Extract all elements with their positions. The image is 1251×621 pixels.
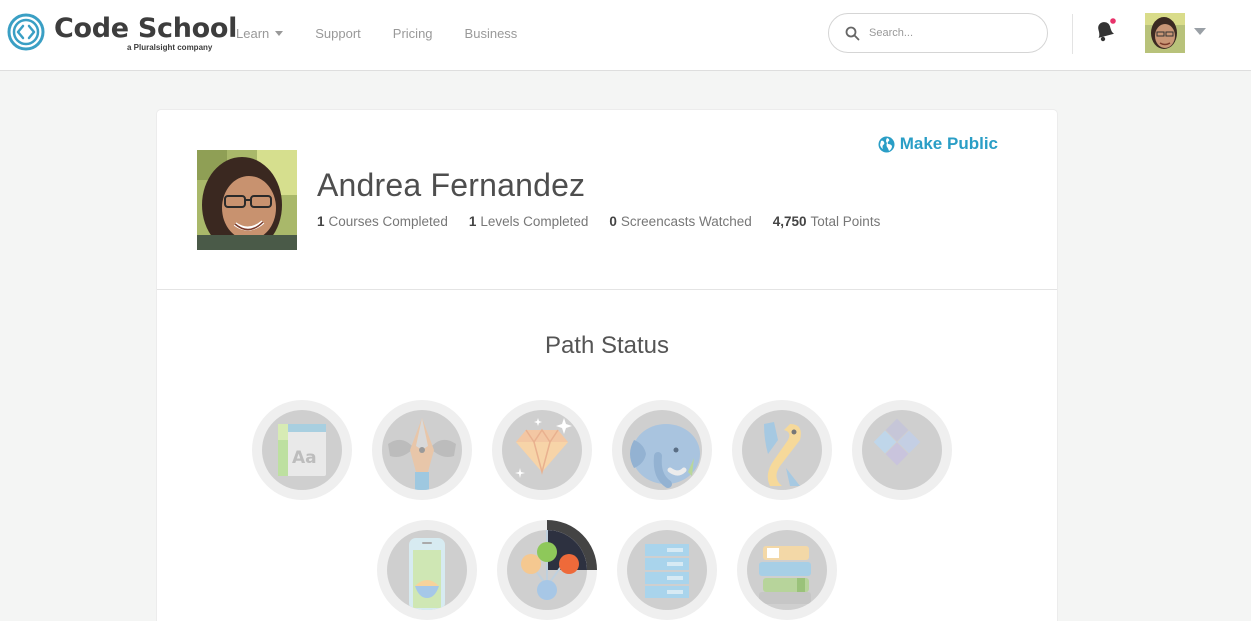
- database-server-path-icon: [627, 530, 707, 610]
- path-badge-ruby[interactable]: [492, 400, 592, 500]
- user-menu-chevron-icon[interactable]: [1194, 28, 1206, 35]
- make-public-label: Make Public: [899, 134, 998, 153]
- make-public-link[interactable]: Make Public: [878, 134, 998, 154]
- nav-business-label: Business: [464, 25, 518, 41]
- globe-icon: [878, 136, 895, 152]
- notification-bell-icon[interactable]: [1094, 18, 1116, 44]
- nav-learn[interactable]: Learn: [236, 25, 284, 41]
- profile-photo-icon: [197, 150, 297, 250]
- nav-pricing-label: Pricing: [392, 25, 433, 41]
- electives-books-path-icon: [747, 530, 827, 610]
- design-pen-path-icon: [382, 410, 462, 490]
- card-divider: [157, 289, 1057, 290]
- profile-avatar: [197, 150, 297, 250]
- nav-business[interactable]: Business: [465, 25, 518, 41]
- ruby-gem-path-icon: [502, 410, 582, 490]
- javascript-diamond-path-icon: [862, 410, 942, 490]
- stat-points: 4,750 Total Points: [773, 214, 881, 229]
- user-name: Andrea Fernandez: [317, 167, 586, 203]
- nav-learn-label: Learn: [236, 25, 270, 41]
- profile-card: Make Public Andrea Fernandez 1 Courses Co…: [157, 110, 1057, 621]
- html-css-path-icon: Aa: [262, 410, 342, 490]
- path-badge-python[interactable]: [732, 400, 832, 500]
- path-badge-php[interactable]: [612, 400, 712, 500]
- path-status-title: Path Status: [544, 332, 670, 359]
- main-nav: Learn Support Pricing Business: [236, 25, 549, 41]
- stat-value: 4,750: [772, 214, 807, 229]
- stat-levels: 1 Levels Completed: [469, 214, 589, 229]
- git-branch-path-icon: [507, 530, 587, 610]
- path-badge-design[interactable]: [372, 400, 472, 500]
- php-elephant-path-icon: [622, 410, 702, 490]
- path-badge-database[interactable]: [617, 520, 717, 620]
- path-badge-electives[interactable]: [737, 520, 837, 620]
- chevron-down-icon: [275, 30, 284, 36]
- ios-phone-path-icon: [387, 530, 467, 610]
- stat-label: Levels Completed: [480, 214, 589, 229]
- path-badge-html-css[interactable]: Aa: [252, 400, 352, 500]
- code-brackets-logo-icon: [7, 13, 45, 51]
- stat-value: 1: [317, 214, 325, 229]
- path-badge-javascript[interactable]: [852, 400, 952, 500]
- logo-tagline: a Pluralsight company: [127, 43, 213, 52]
- stat-label: Screencasts Watched: [620, 214, 752, 229]
- path-badge-ios[interactable]: [377, 520, 477, 620]
- stat-label: Total Points: [810, 214, 881, 229]
- code-school-logo[interactable]: Code School a Pluralsight company: [7, 13, 237, 53]
- search-box: [828, 13, 1048, 53]
- logo-wordmark: Code School: [54, 13, 238, 44]
- search-icon: [845, 26, 860, 41]
- stat-value: 0: [609, 214, 617, 229]
- svg-text:Aa: Aa: [292, 448, 317, 468]
- top-navbar: Code School a Pluralsight company Learn …: [0, 0, 1251, 71]
- notification-dot: [1110, 18, 1116, 24]
- profile-stats: 1 Courses Completed 1 Levels Completed 0 Sc…: [317, 214, 901, 229]
- python-path-icon: [742, 410, 822, 490]
- user-photo-icon: [1145, 13, 1185, 53]
- user-avatar[interactable]: [1145, 13, 1185, 53]
- nav-pricing[interactable]: Pricing: [393, 25, 433, 41]
- stat-label: Courses Completed: [328, 214, 448, 229]
- search-input[interactable]: [869, 23, 1034, 43]
- stat-value: 1: [468, 214, 477, 229]
- nav-support[interactable]: Support: [315, 25, 361, 41]
- stat-screencasts: 0 Screencasts Watched: [609, 214, 751, 229]
- stat-courses: 1 Courses Completed: [317, 214, 448, 229]
- header-divider: [1072, 14, 1073, 54]
- nav-support-label: Support: [315, 25, 361, 41]
- path-badge-git[interactable]: [497, 520, 597, 620]
